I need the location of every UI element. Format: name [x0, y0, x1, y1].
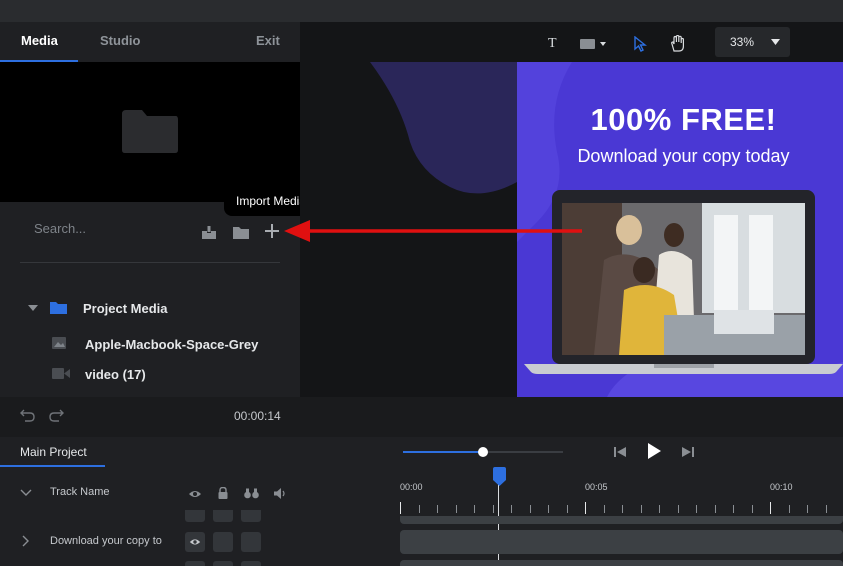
ruler-tick: [548, 505, 549, 513]
eye-icon: [189, 539, 201, 545]
tree-root-label[interactable]: Project Media: [83, 301, 168, 321]
track-toggle[interactable]: [213, 561, 233, 566]
ruler-tick: [622, 505, 623, 513]
timeline-clip[interactable]: [400, 530, 843, 554]
divider: [20, 262, 280, 263]
track-toggle[interactable]: [241, 561, 261, 566]
ruler-tick: [696, 505, 697, 513]
ruler-tick: [400, 502, 401, 514]
upload-icon[interactable]: [200, 223, 218, 241]
ruler-tick: [418, 505, 420, 513]
current-time: 00:00:14: [234, 409, 281, 423]
ruler-tick: [511, 505, 512, 513]
active-tab-indicator: [0, 465, 105, 467]
eye-icon[interactable]: [188, 489, 202, 499]
exit-button[interactable]: Exit: [256, 22, 280, 62]
ruler-tick: [659, 505, 660, 513]
chevron-down-icon[interactable]: [28, 304, 38, 312]
track-label[interactable]: Download your copy to: [50, 535, 172, 547]
search-input[interactable]: Search...: [34, 221, 86, 236]
track-toggle[interactable]: [185, 510, 205, 522]
image-icon: [52, 337, 66, 349]
chevron-down-icon[interactable]: [771, 39, 780, 45]
panel-tabs: Media Studio Exit: [0, 22, 300, 62]
tab-main-project[interactable]: Main Project: [20, 445, 87, 459]
ruler-tick: [529, 505, 531, 513]
ruler-tick: [585, 502, 586, 514]
folder-icon: [122, 110, 178, 153]
track-lock-toggle[interactable]: [213, 532, 233, 552]
scrub-slider-fill: [403, 451, 483, 453]
ruler-label: 00:10: [770, 482, 793, 492]
track-visibility-toggle[interactable]: [185, 532, 205, 552]
ruler-tick: [770, 502, 771, 514]
ad-title: 100% FREE!: [590, 102, 777, 137]
tab-studio[interactable]: Studio: [100, 22, 140, 62]
folder-icon: [50, 302, 67, 314]
ruler-tick: [566, 505, 568, 513]
ruler-tick: [825, 505, 827, 513]
pointer-icon[interactable]: [634, 36, 648, 52]
shape-tool-button[interactable]: [580, 38, 608, 50]
ruler-label: 00:00: [400, 482, 423, 492]
track-toggle[interactable]: [185, 561, 205, 566]
list-item[interactable]: Apple-Macbook-Space-Grey: [85, 337, 258, 357]
zoom-value: 33%: [730, 35, 755, 49]
chevron-right-icon[interactable]: [22, 535, 29, 547]
timebar: [0, 397, 843, 437]
playhead-handle[interactable]: [492, 467, 507, 487]
ruler-ticks: [400, 502, 843, 514]
tab-media[interactable]: Media: [21, 22, 58, 62]
import-media-button[interactable]: [263, 222, 281, 240]
ad-subtitle: Download your copy today: [577, 146, 790, 166]
ruler-tick: [492, 505, 494, 513]
chevron-down-icon[interactable]: [20, 489, 32, 497]
text-tool-button[interactable]: T: [548, 36, 557, 52]
ruler-tick: [677, 505, 679, 513]
play-button[interactable]: [648, 443, 661, 459]
ruler-label: 00:05: [585, 482, 608, 492]
folder-icon[interactable]: [232, 223, 250, 241]
ruler-tick: [751, 505, 753, 513]
skip-back-icon[interactable]: [614, 446, 627, 458]
track-toggle[interactable]: [241, 510, 261, 522]
ruler-tick: [807, 505, 808, 513]
redo-icon[interactable]: [49, 408, 64, 422]
track-name-header: Track Name: [50, 486, 110, 498]
volume-icon[interactable]: [274, 488, 287, 499]
ruler-tick: [714, 505, 716, 513]
lock-icon[interactable]: [218, 487, 228, 499]
video-icon: [52, 368, 70, 379]
undo-icon[interactable]: [20, 408, 35, 422]
hand-tool-icon[interactable]: [670, 35, 686, 52]
list-item[interactable]: video (17): [85, 367, 146, 387]
ruler-tick: [733, 505, 734, 513]
red-arrow-annotation: [284, 220, 582, 242]
ruler-tick: [474, 505, 475, 513]
ruler-tick: [603, 505, 605, 513]
ruler-tick: [455, 505, 457, 513]
binoculars-icon[interactable]: [244, 488, 259, 499]
scrub-slider-handle[interactable]: [478, 447, 488, 457]
ruler-tick: [788, 505, 790, 513]
skip-forward-icon[interactable]: [681, 446, 694, 458]
track-solo-toggle[interactable]: [241, 532, 261, 552]
timeline-clip[interactable]: [400, 560, 843, 566]
timeline-clip[interactable]: [400, 516, 843, 524]
track-toggle[interactable]: [213, 510, 233, 522]
ruler-tick: [640, 505, 642, 513]
top-strip: [0, 0, 843, 22]
ruler-tick: [437, 505, 438, 513]
